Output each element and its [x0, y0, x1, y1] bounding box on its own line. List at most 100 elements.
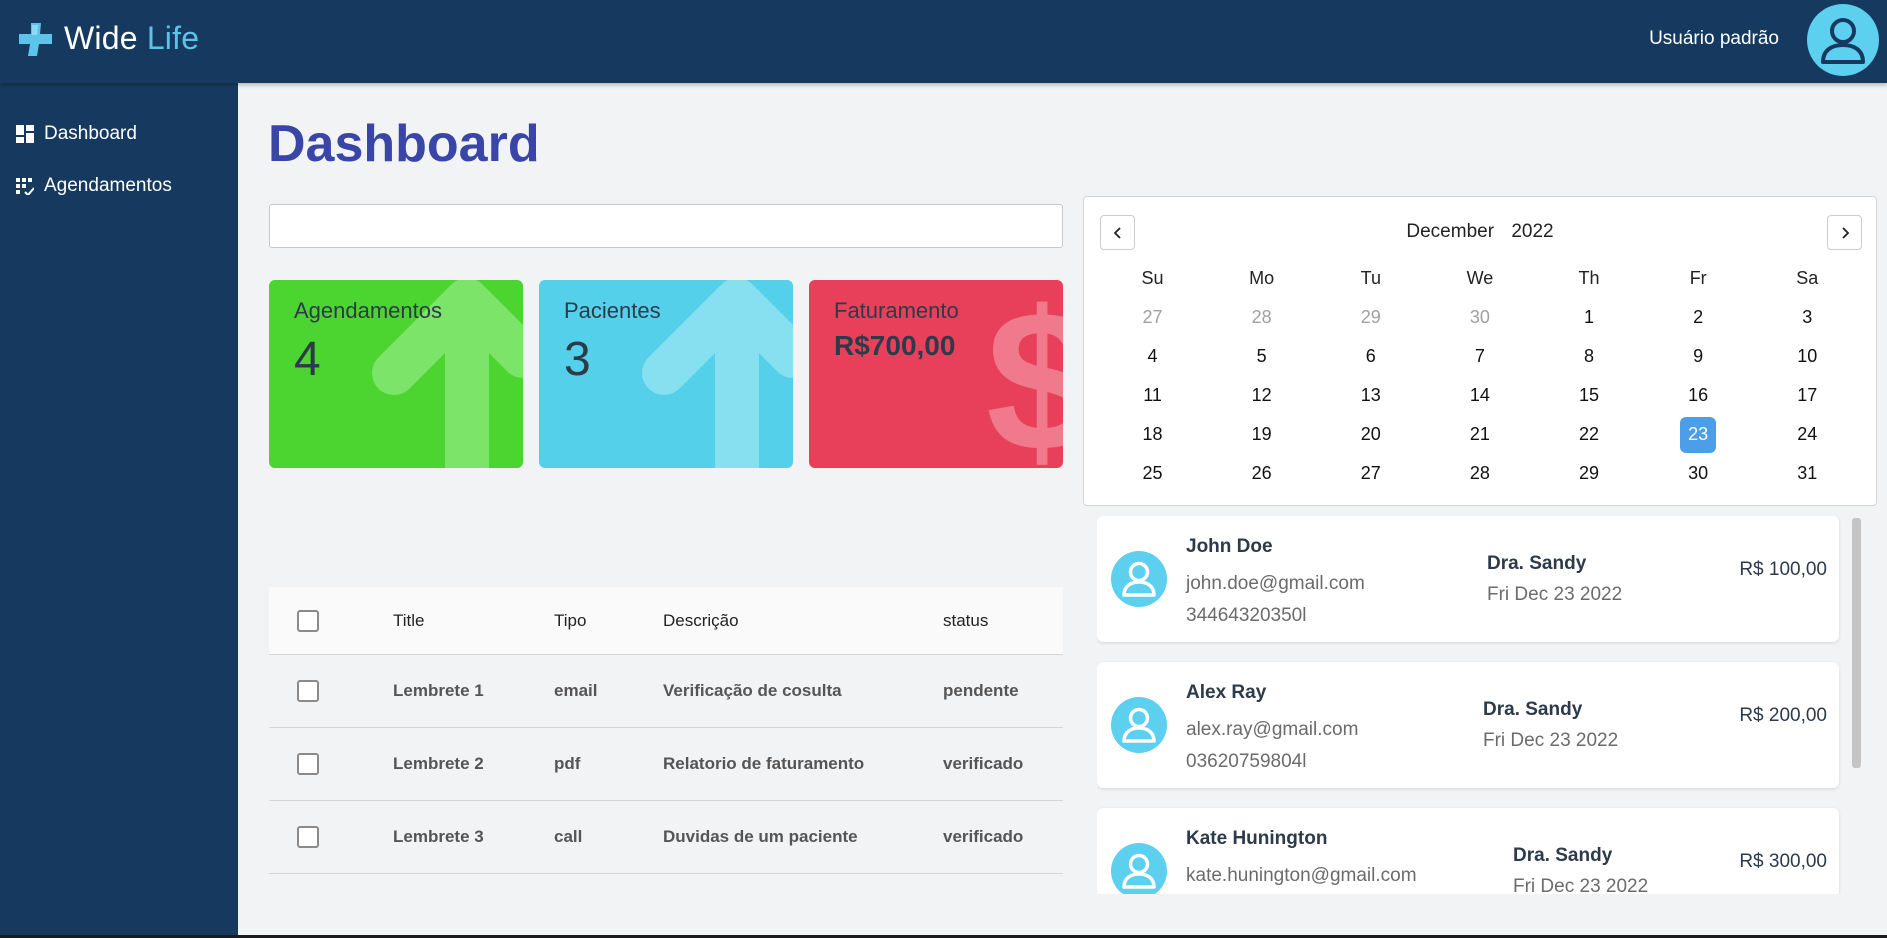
- calendar-day[interactable]: 7: [1425, 337, 1534, 376]
- calendar-day[interactable]: 22: [1535, 415, 1644, 454]
- calendar-day[interactable]: 3: [1753, 298, 1862, 337]
- search-input[interactable]: [269, 204, 1063, 248]
- appointment-date: Fri Dec 23 2022: [1487, 584, 1623, 605]
- patient-name: John Doe: [1186, 536, 1273, 557]
- calendar-day-number: 9: [1693, 346, 1704, 366]
- cell-title: Lembrete 2: [393, 754, 484, 773]
- stat-card-agendamentos[interactable]: Agendamentos 4: [269, 280, 523, 468]
- calendar-day-number: 26: [1251, 463, 1272, 483]
- calendar-day[interactable]: 4: [1098, 337, 1207, 376]
- table-row[interactable]: Lembrete 3 call Duvidas de um paciente v…: [269, 801, 1063, 874]
- calendar-day[interactable]: 30: [1644, 454, 1753, 493]
- appointment-card[interactable]: Kate Hunington kate.hunington@gmail.com Dr…: [1097, 808, 1839, 894]
- calendar-day[interactable]: 6: [1316, 337, 1425, 376]
- column-header-title[interactable]: Title: [393, 587, 425, 654]
- calendar-day[interactable]: 27: [1098, 298, 1207, 337]
- calendar-day[interactable]: 2: [1644, 298, 1753, 337]
- row-checkbox[interactable]: [297, 826, 319, 848]
- person-silhouette-icon: [1122, 853, 1156, 889]
- calendar-day[interactable]: 20: [1316, 415, 1425, 454]
- brand-name: Wide Life: [64, 20, 199, 57]
- calendar-day[interactable]: 8: [1535, 337, 1644, 376]
- appointment-price: R$ 100,00: [1739, 559, 1827, 580]
- calendar-day[interactable]: 18: [1098, 415, 1207, 454]
- calendar-month[interactable]: December: [1406, 221, 1494, 242]
- doctor-name: Dra. Sandy: [1513, 845, 1613, 866]
- calendar-day-number: 17: [1797, 385, 1818, 405]
- calendar-day[interactable]: 29: [1535, 454, 1644, 493]
- calendar-day-number: 19: [1251, 424, 1272, 444]
- calendar-day[interactable]: 10: [1753, 337, 1862, 376]
- calendar-day[interactable]: 27: [1316, 454, 1425, 493]
- cell-tipo: email: [554, 681, 598, 700]
- calendar-day-number: 5: [1256, 346, 1267, 366]
- calendar-day[interactable]: 28: [1425, 454, 1534, 493]
- calendar-day[interactable]: 31: [1753, 454, 1862, 493]
- column-header-status[interactable]: status: [943, 587, 988, 654]
- sidebar-item-agendamentos[interactable]: Agendamentos: [16, 175, 172, 197]
- row-checkbox[interactable]: [297, 753, 319, 775]
- calendar-day[interactable]: 1: [1535, 298, 1644, 337]
- calendar-week: 27 28 29 30 1 2 3: [1098, 298, 1862, 337]
- calendar-day-number: 13: [1360, 385, 1381, 405]
- calendar-day[interactable]: 12: [1207, 376, 1316, 415]
- calendar-day[interactable]: 5: [1207, 337, 1316, 376]
- cell-status: pendente: [943, 681, 1019, 700]
- user-avatar-icon[interactable]: [1807, 4, 1879, 76]
- calendar-day[interactable]: 17: [1753, 376, 1862, 415]
- calendar-day[interactable]: 15: [1535, 376, 1644, 415]
- card-label: Pacientes: [564, 298, 661, 323]
- calendar-day-number: 6: [1365, 346, 1376, 366]
- row-select-cell: [297, 655, 319, 727]
- calendar-day[interactable]: 14: [1425, 376, 1534, 415]
- calendar-day[interactable]: 11: [1098, 376, 1207, 415]
- calendar-year[interactable]: 2022: [1511, 221, 1553, 242]
- patient-name: Alex Ray: [1186, 682, 1267, 703]
- appointment-card[interactable]: John Doe john.doe@gmail.com 34464320350l Dr…: [1097, 516, 1839, 642]
- column-header-descricao[interactable]: Descrição: [663, 587, 739, 654]
- calendar-day[interactable]: 28: [1207, 298, 1316, 337]
- calendar-day-number: 10: [1797, 346, 1818, 366]
- patient-email: kate.hunington@gmail.com: [1186, 865, 1417, 886]
- sidebar-item-dashboard[interactable]: Dashboard: [16, 123, 137, 145]
- calendar-next-button[interactable]: [1827, 215, 1862, 250]
- calendar-day[interactable]: 16: [1644, 376, 1753, 415]
- brand[interactable]: Wide Life: [18, 20, 199, 57]
- patient-email: john.doe@gmail.com: [1186, 573, 1365, 594]
- calendar-day-number: 29: [1360, 307, 1381, 327]
- appointment-date: Fri Dec 23 2022: [1513, 876, 1649, 894]
- user-name[interactable]: Usuário padrão: [1649, 28, 1779, 50]
- stat-card-pacientes[interactable]: Pacientes 3: [539, 280, 793, 468]
- calendar-day[interactable]: 13: [1316, 376, 1425, 415]
- card-label: Agendamentos: [294, 298, 442, 323]
- row-checkbox[interactable]: [297, 680, 319, 702]
- calendar-day[interactable]: 29: [1316, 298, 1425, 337]
- medical-cross-icon: [19, 22, 52, 56]
- card-value: 3: [564, 333, 591, 386]
- appointment-card[interactable]: Alex Ray alex.ray@gmail.com 03620759804l Dr…: [1097, 662, 1839, 788]
- calendar-day[interactable]: 21: [1425, 415, 1534, 454]
- appointment-date: Fri Dec 23 2022: [1483, 730, 1619, 751]
- calendar-day-number: 18: [1142, 424, 1163, 444]
- top-bar: Wide Life Usuário padrão: [0, 0, 1887, 83]
- appointment-list-scrollbar[interactable]: [1852, 518, 1861, 768]
- select-all-checkbox[interactable]: [297, 609, 319, 632]
- calendar-day[interactable]: 23: [1644, 415, 1753, 454]
- stat-card-faturamento[interactable]: $ Faturamento R$700,00: [809, 280, 1063, 468]
- calendar-day[interactable]: 19: [1207, 415, 1316, 454]
- calendar-day[interactable]: 24: [1753, 415, 1862, 454]
- calendar-day[interactable]: 30: [1425, 298, 1534, 337]
- calendar-week: 25 26 27 28 29 30 31: [1098, 454, 1862, 493]
- calendar-day-number: 27: [1360, 463, 1381, 483]
- calendar-day-number: 1: [1584, 307, 1595, 327]
- weekday-label: Th: [1578, 268, 1600, 288]
- column-header-tipo[interactable]: Tipo: [554, 587, 586, 654]
- table-row[interactable]: Lembrete 1 email Verificação de cosulta …: [269, 655, 1063, 728]
- calendar-day[interactable]: 26: [1207, 454, 1316, 493]
- calendar-day[interactable]: 9: [1644, 337, 1753, 376]
- sidebar-item-label: Dashboard: [44, 123, 137, 144]
- weekday-label: Mo: [1249, 268, 1275, 288]
- table-row[interactable]: Lembrete 2 pdf Relatorio de faturamento …: [269, 728, 1063, 801]
- calendar-day[interactable]: 25: [1098, 454, 1207, 493]
- weekday-label: Tu: [1360, 268, 1381, 288]
